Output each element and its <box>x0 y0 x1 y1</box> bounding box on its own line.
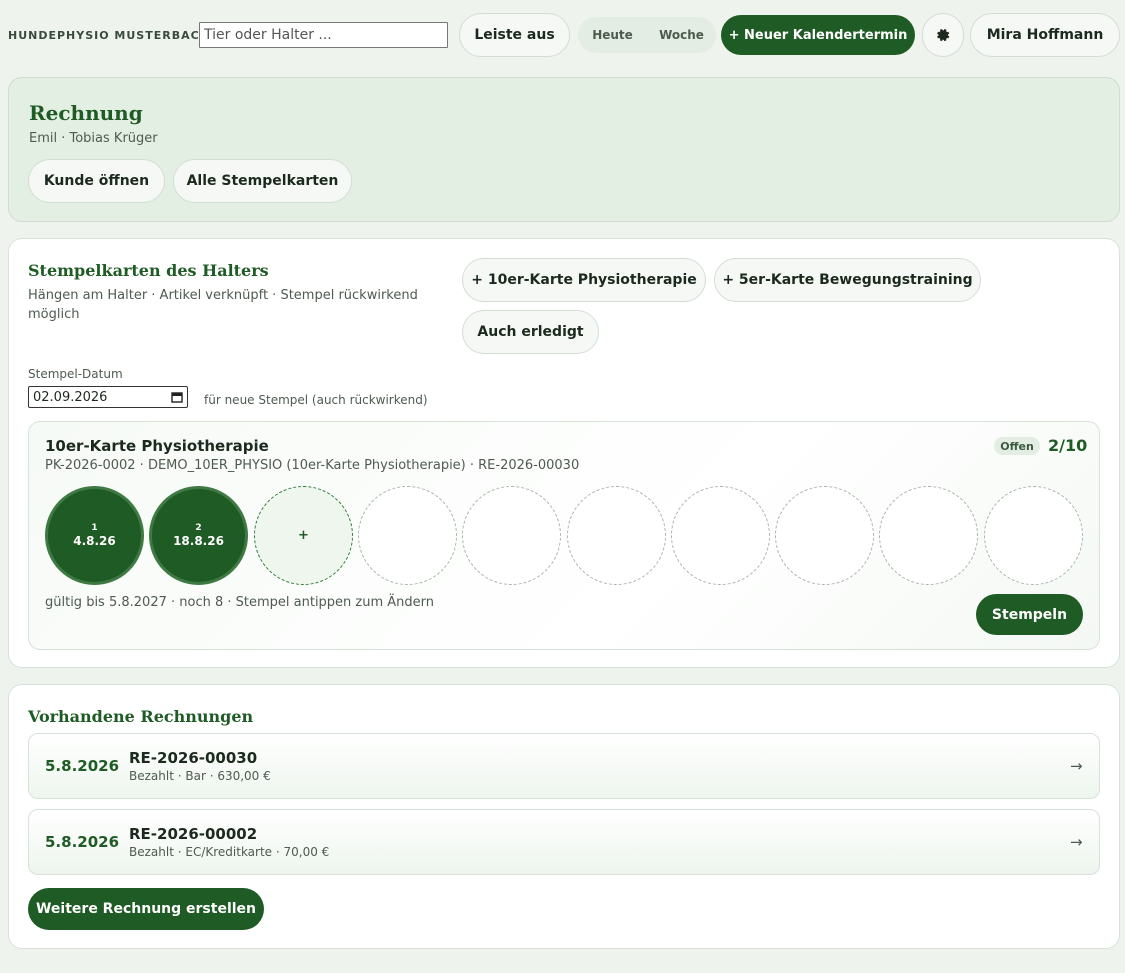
customer-subtitle: Emil · Tobias Krüger <box>29 131 158 146</box>
stamp-date: 4.8.26 <box>73 533 116 548</box>
all-stampcards-button[interactable]: Alle Stempelkarten <box>173 159 352 203</box>
invoice-detail: Bezahlt · Bar · 630,00 € <box>129 769 271 783</box>
stampcards-subtitle-2: möglich <box>28 307 80 322</box>
stamp-empty[interactable] <box>775 486 874 585</box>
create-invoice-button[interactable]: Weitere Rechnung erstellen <box>28 888 264 930</box>
stampcards-subtitle-1: Hängen am Halter · Artikel verknüpft · S… <box>28 288 418 303</box>
status-badge: Offen <box>994 437 1040 455</box>
add-5er-card-button[interactable]: + 5er-Karte Bewegungstraining <box>714 258 981 302</box>
sidebar-toggle-button[interactable]: Leiste aus <box>459 13 570 57</box>
stamp-number: 1 <box>91 522 98 533</box>
view-week-button[interactable]: Woche <box>647 28 716 42</box>
settings-button[interactable] <box>922 13 964 57</box>
invoice-date: 5.8.2026 <box>45 833 120 851</box>
also-done-button[interactable]: Auch erledigt <box>462 310 599 354</box>
stamp-empty[interactable] <box>567 486 666 585</box>
stamp-add-next[interactable]: + <box>254 486 353 585</box>
stamp-empty[interactable] <box>358 486 457 585</box>
stamp-button[interactable]: Stempeln <box>976 594 1083 635</box>
stamp-date-value: 02.09.2026 <box>33 389 108 405</box>
view-today-button[interactable]: Heute <box>578 28 647 42</box>
calendar-icon[interactable] <box>171 391 183 403</box>
stamp-date: 18.8.26 <box>173 533 224 548</box>
stampcard-footer: gültig bis 5.8.2027 · noch 8 · Stempel a… <box>45 595 435 610</box>
gear-icon <box>937 29 950 42</box>
invoice-date: 5.8.2026 <box>45 757 120 775</box>
stamp-number: 2 <box>195 522 202 533</box>
invoice-header-card: Rechnung Emil · Tobias Krüger Kunde öffn… <box>8 77 1120 222</box>
plus-icon: + <box>298 528 309 543</box>
stamp-empty[interactable] <box>671 486 770 585</box>
stamp-date-label: Stempel-Datum <box>28 367 123 381</box>
stampcard-10er-physio: 10er-Karte Physiotherapie PK-2026-0002 ·… <box>28 421 1100 650</box>
invoices-title: Vorhandene Rechnungen <box>28 707 254 726</box>
stamp-empty[interactable] <box>462 486 561 585</box>
stampcard-name: 10er-Karte Physiotherapie <box>45 437 269 455</box>
top-bar: HUNDEPHYSIO MUSTERBACH Leiste aus Heute … <box>0 0 1125 70</box>
invoice-number: RE-2026-00030 <box>129 749 258 767</box>
invoice-row[interactable]: 5.8.2026 RE-2026-00030 Bezahlt · Bar · 6… <box>28 733 1100 799</box>
invoice-number: RE-2026-00002 <box>129 825 258 843</box>
page-title: Rechnung <box>29 101 143 125</box>
invoice-detail: Bezahlt · EC/Kreditkarte · 70,00 € <box>129 845 330 859</box>
stamp-count: 2/10 <box>1048 436 1088 455</box>
user-menu-button[interactable]: Mira Hoffmann <box>970 13 1120 57</box>
arrow-right-icon[interactable]: → <box>1070 833 1083 851</box>
search-input[interactable] <box>199 22 448 48</box>
open-customer-button[interactable]: Kunde öffnen <box>28 159 165 203</box>
view-switch: Heute Woche <box>578 17 716 53</box>
stamp-filled[interactable]: 1 4.8.26 <box>45 486 144 585</box>
stamp-empty[interactable] <box>984 486 1083 585</box>
arrow-right-icon[interactable]: → <box>1070 757 1083 775</box>
brand-name: HUNDEPHYSIO MUSTERBACH <box>8 29 210 42</box>
stamp-filled[interactable]: 2 18.8.26 <box>149 486 248 585</box>
stampcard-meta: PK-2026-0002 · DEMO_10ER_PHYSIO (10er-Ka… <box>45 458 580 473</box>
invoice-row[interactable]: 5.8.2026 RE-2026-00002 Bezahlt · EC/Kred… <box>28 809 1100 875</box>
stamp-date-hint: für neue Stempel (auch rückwirkend) <box>204 393 428 407</box>
stampcards-title: Stempelkarten des Halters <box>28 261 269 280</box>
stamp-empty[interactable] <box>879 486 978 585</box>
stamp-date-input[interactable]: 02.09.2026 <box>28 386 188 408</box>
add-10er-card-button[interactable]: + 10er-Karte Physiotherapie <box>462 258 706 302</box>
new-appointment-button[interactable]: + Neuer Kalendertermin <box>721 15 915 55</box>
